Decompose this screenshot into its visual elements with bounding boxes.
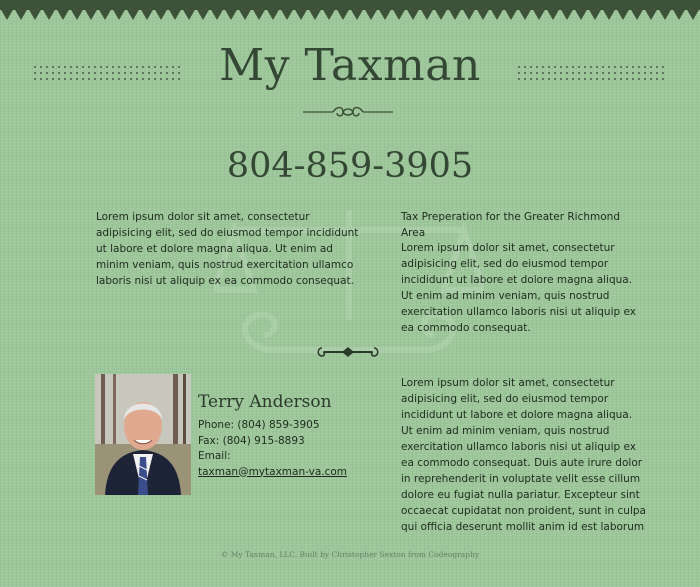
right-paragraph: Lorem ipsum dolor sit amet, consectetur … (401, 242, 636, 334)
profile-phone: Phone: (804) 859-3905 (198, 419, 320, 431)
lower-paragraph: Lorem ipsum dolor sit amet, consectetur … (401, 377, 646, 533)
zigzag-border (0, 0, 700, 20)
email-link[interactable]: taxman@mytaxman-va.com (198, 466, 347, 478)
profile-contact: Phone: (804) 859-3905 Fax: (804) 915-889… (198, 418, 347, 480)
scroll-divider-icon (317, 347, 379, 357)
profile-name: Terry Anderson (198, 392, 332, 412)
site-title: My Taxman (219, 40, 481, 91)
profile-fax: Fax: (804) 915-8893 (198, 434, 305, 447)
flourish-divider-icon (303, 106, 393, 117)
profile-photo (95, 374, 191, 495)
intro-paragraph: Lorem ipsum dolor sit amet, consectetur … (96, 211, 359, 287)
phone-heading: 804-859-3905 (226, 146, 474, 186)
profile-email-label: Email: (198, 450, 231, 462)
footer-credit: © My Taxman, LLC. Built by Christopher S… (220, 550, 480, 559)
tagline: Tax Preperation for the Greater Richmond… (401, 211, 620, 239)
